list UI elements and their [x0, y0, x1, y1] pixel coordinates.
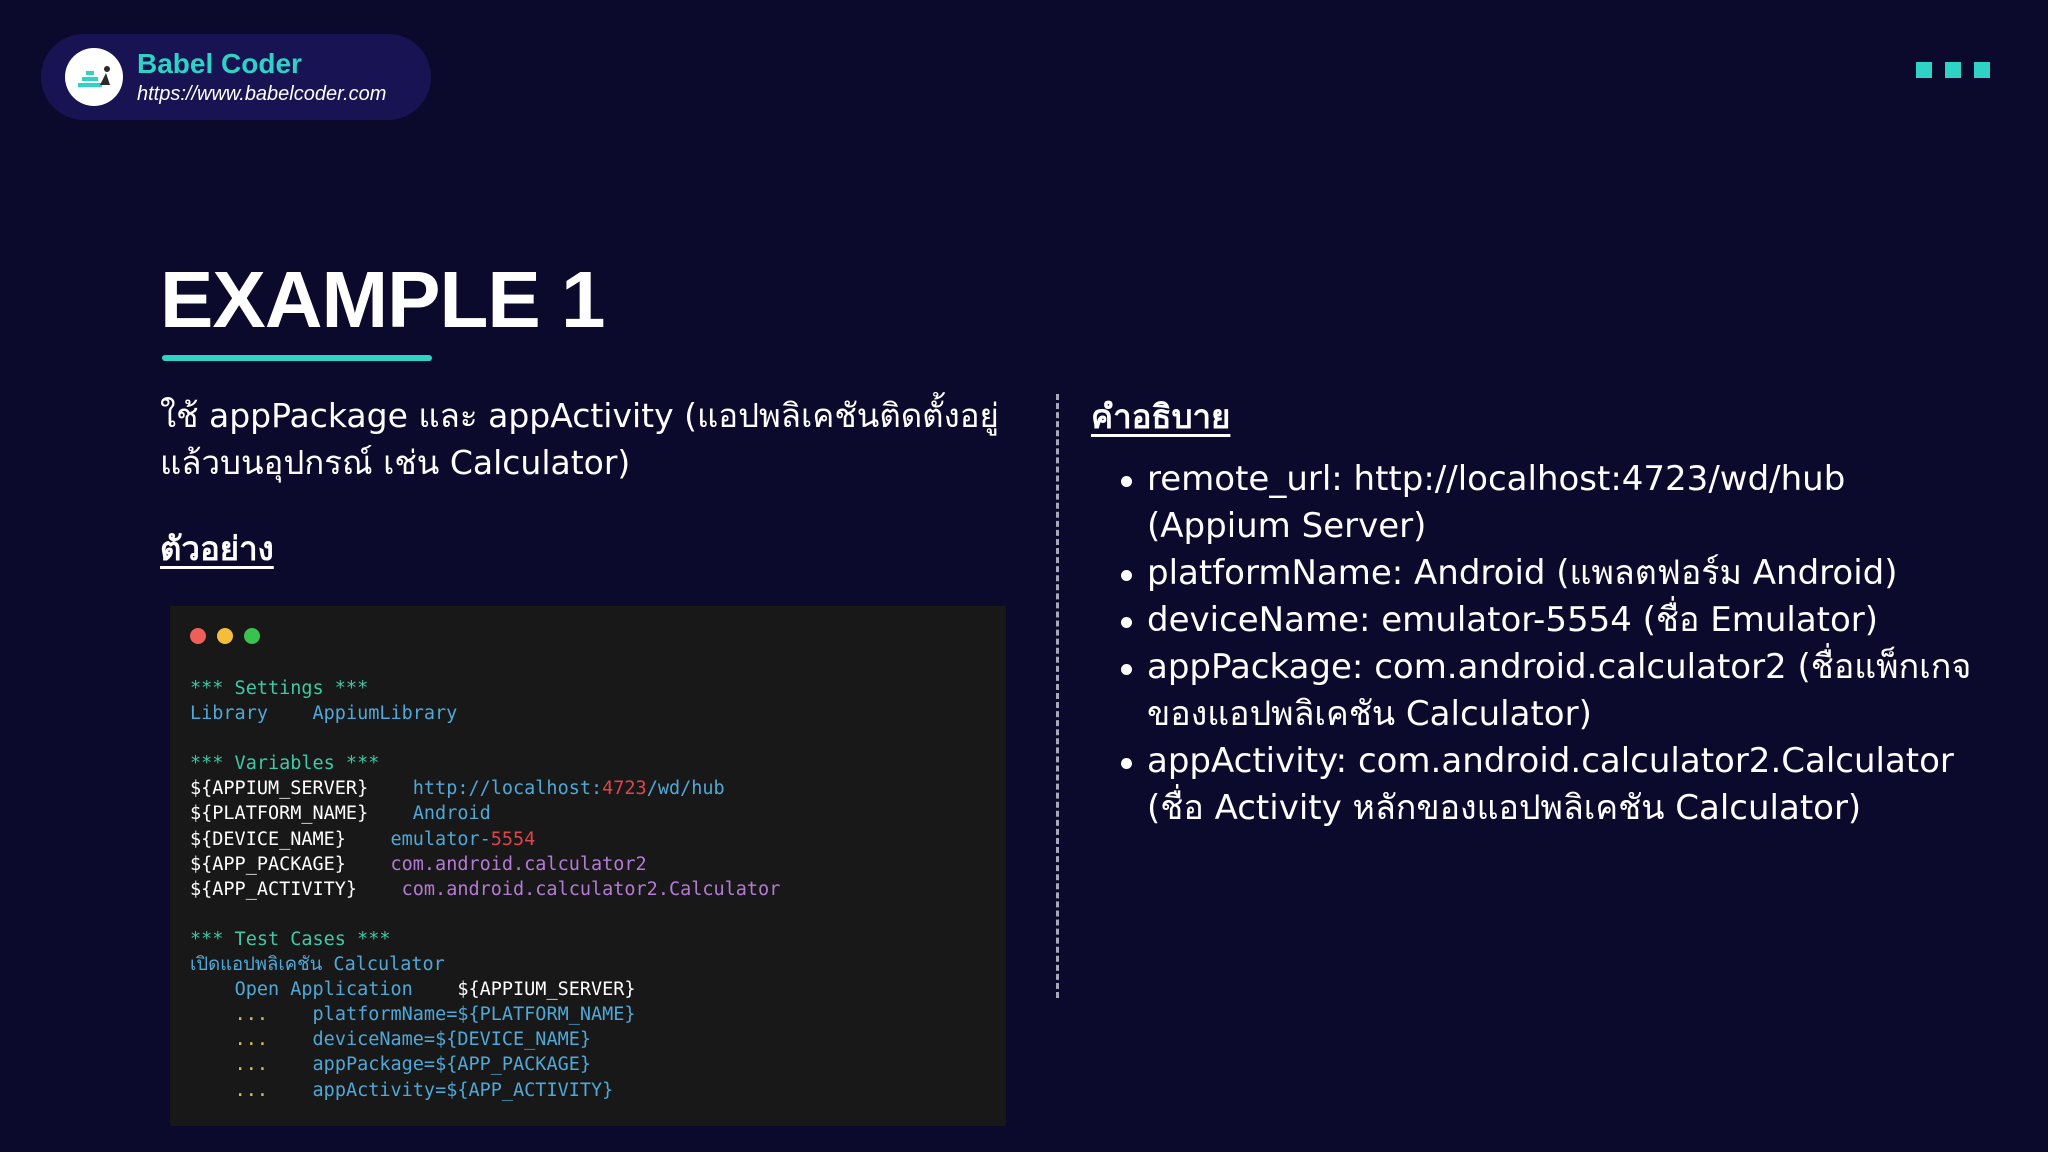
explanation-item: appPackage: com.android.calculator2 (ชื่…	[1121, 644, 1977, 738]
brand-url: https://www.babelcoder.com	[137, 83, 387, 105]
minimize-dot-icon	[217, 628, 233, 644]
brand-name: Babel Coder	[137, 48, 302, 79]
maximize-dot-icon	[244, 628, 260, 644]
menu-dots-icon	[1916, 62, 1990, 78]
brand-pill: Babel Coder https://www.babelcoder.com	[41, 34, 431, 120]
explanation-item: platformName: Android (แพลตฟอร์ม Android…	[1121, 550, 1977, 597]
title-underline	[162, 355, 432, 361]
code-block: *** Settings *** Library AppiumLibrary *…	[190, 678, 781, 1101]
example-label: ตัวอย่าง	[160, 529, 274, 568]
slide-title: EXAMPLE 1	[160, 255, 605, 344]
code-window: *** Settings *** Library AppiumLibrary *…	[170, 606, 1006, 1126]
explanation-item: deviceName: emulator-5554 (ชื่อ Emulator…	[1121, 597, 1977, 644]
explanation-item: remote_url: http://localhost:4723/wd/hub…	[1121, 456, 1977, 550]
explanation-item: appActivity: com.android.calculator2.Cal…	[1121, 738, 1977, 832]
explanation-list: remote_url: http://localhost:4723/wd/hub…	[1121, 456, 1977, 832]
slide-description: ใช้ appPackage และ appActivity (แอปพลิเค…	[160, 396, 999, 482]
babel-coder-logo-icon	[65, 48, 123, 106]
dashed-divider	[1056, 394, 1059, 998]
window-traffic-lights	[190, 628, 260, 644]
explanation-label: คำอธิบาย	[1091, 397, 1231, 436]
close-dot-icon	[190, 628, 206, 644]
